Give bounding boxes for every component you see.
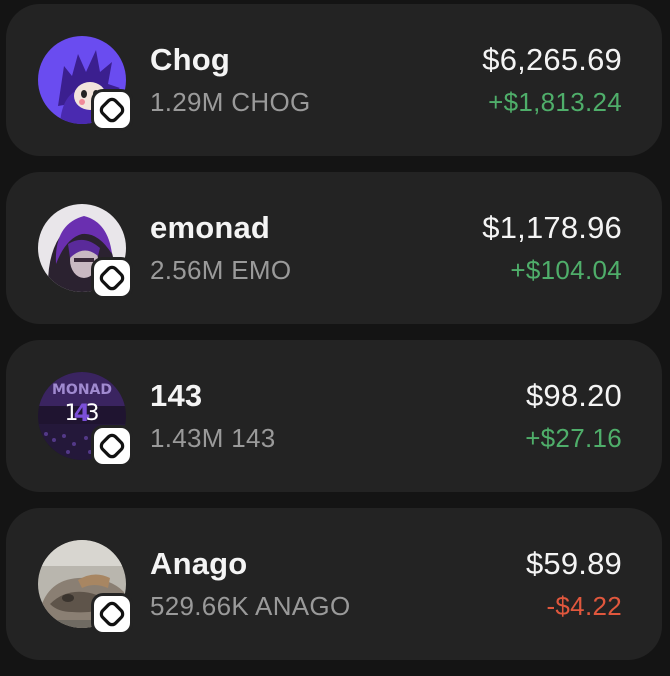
token-change: -$4.22 bbox=[546, 591, 622, 621]
token-list: Chog 1.29M CHOG $6,265.69 +$1,813.24 emo… bbox=[6, 4, 662, 676]
token-change: +$1,813.24 bbox=[488, 87, 622, 117]
token-change: +$27.16 bbox=[525, 423, 622, 453]
token-amount: 2.56M EMO bbox=[150, 255, 292, 285]
monad-chain-icon bbox=[94, 596, 130, 632]
token-value: $59.89 bbox=[525, 546, 622, 581]
token-value: $1,178.96 bbox=[482, 210, 622, 245]
token-amount: 529.66K ANAGO bbox=[150, 591, 351, 621]
token-avatar bbox=[38, 540, 130, 632]
token-change: +$104.04 bbox=[510, 255, 622, 285]
token-value: $98.20 bbox=[525, 378, 622, 413]
token-value: $6,265.69 bbox=[482, 42, 622, 77]
token-name: 143 bbox=[150, 378, 203, 413]
monad-chain-icon bbox=[94, 428, 130, 464]
monad-chain-icon bbox=[94, 92, 130, 128]
token-avatar bbox=[38, 204, 130, 296]
token-avatar: MONAD 4 1 3 bbox=[38, 372, 130, 464]
token-name: Anago bbox=[150, 546, 248, 581]
token-avatar bbox=[38, 36, 130, 128]
token-name: Chog bbox=[150, 42, 230, 77]
token-amount: 1.29M CHOG bbox=[150, 87, 311, 117]
monad-chain-icon bbox=[94, 260, 130, 296]
token-row-chog[interactable]: Chog 1.29M CHOG $6,265.69 +$1,813.24 bbox=[6, 4, 662, 156]
avatar-banner-text: MONAD bbox=[52, 382, 112, 398]
token-row-anago[interactable]: Anago 529.66K ANAGO $59.89 -$4.22 bbox=[6, 508, 662, 660]
token-amount: 1.43M 143 bbox=[150, 423, 276, 453]
token-row-143[interactable]: MONAD 4 1 3 143 1.43M 143 $98.20 +$27.16 bbox=[6, 340, 662, 492]
avatar-number-text: 1 3 bbox=[65, 401, 100, 426]
token-row-emonad[interactable]: emonad 2.56M EMO $1,178.96 +$104.04 bbox=[6, 172, 662, 324]
token-name: emonad bbox=[150, 210, 271, 245]
